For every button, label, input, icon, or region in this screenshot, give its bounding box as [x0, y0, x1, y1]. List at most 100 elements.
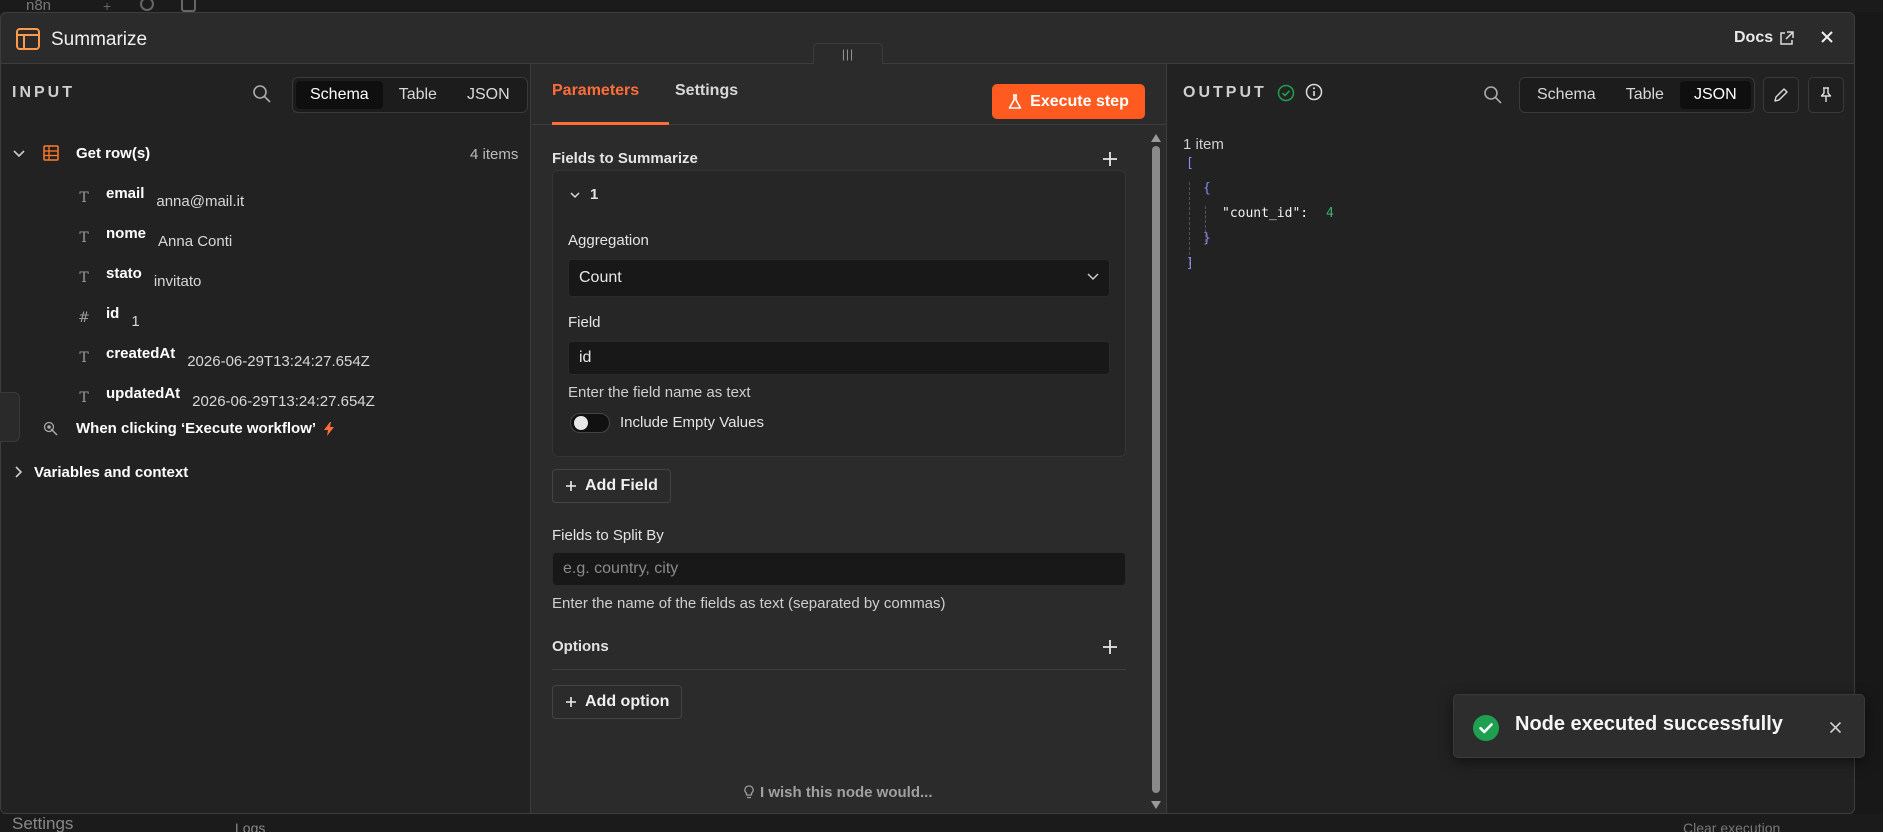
scroll-down-arrow[interactable]: [1151, 801, 1161, 809]
edit-output-button[interactable]: [1763, 77, 1799, 113]
layout-icon[interactable]: [181, 0, 196, 12]
search-icon[interactable]: [140, 0, 154, 11]
field-hint: Enter the field name as text: [568, 384, 751, 401]
execute-step-button[interactable]: Execute step: [992, 84, 1145, 119]
output-items-count: 1 item: [1183, 136, 1224, 153]
schema-field-row[interactable]: T stato invitato: [74, 265, 201, 290]
schema-field-row[interactable]: T createdAt 2026-06-29T13:24:27.654Z: [74, 345, 370, 370]
flask-icon: [1008, 93, 1022, 110]
field-key[interactable]: stato: [106, 265, 142, 283]
clear-execution-label[interactable]: Clear execution: [1683, 820, 1780, 832]
logs-label[interactable]: Logs: [235, 820, 265, 832]
panel-drag-handle[interactable]: |||: [813, 43, 883, 65]
chevron-down-icon[interactable]: [570, 192, 580, 199]
pin-data-button[interactable]: [1808, 77, 1844, 113]
add-option-button[interactable]: Add option: [552, 685, 683, 719]
aggregation-label: Aggregation: [568, 232, 649, 249]
success-toast: Node executed successfully: [1453, 694, 1865, 758]
text-type-icon: T: [79, 350, 89, 366]
pencil-icon: [1773, 87, 1789, 103]
node-feedback-link[interactable]: I wish this node would...: [744, 784, 933, 801]
sidebar-settings-label[interactable]: Settings: [12, 814, 73, 832]
include-empty-values-label: Include Empty Values: [620, 414, 764, 431]
info-icon[interactable]: [1305, 83, 1323, 101]
options-divider: [552, 669, 1126, 670]
json-indent-guide: [1189, 182, 1190, 265]
schema-field-row[interactable]: T nome Anna Conti: [74, 225, 233, 250]
chevron-down-icon[interactable]: [13, 150, 25, 158]
add-field-button[interactable]: Add Field: [552, 469, 671, 503]
tab-parameters[interactable]: Parameters: [552, 82, 639, 100]
include-empty-values-toggle[interactable]: [570, 413, 610, 433]
output-view-table[interactable]: Table: [1612, 81, 1678, 109]
split-by-input[interactable]: e.g. country, city: [552, 552, 1126, 586]
json-close-object: }: [1203, 231, 1211, 246]
text-type-icon: T: [79, 270, 89, 286]
parameters-panel: Parameters Settings Execute step Fields …: [532, 64, 1166, 813]
canvas-side-tab[interactable]: [0, 392, 20, 442]
active-tab-indicator: [552, 122, 669, 125]
aggregation-select[interactable]: Count: [568, 259, 1110, 297]
search-icon[interactable]: [1483, 85, 1503, 105]
field-key[interactable]: nome: [106, 225, 146, 243]
schema-field-row[interactable]: # id 1: [74, 305, 140, 330]
background-app-bottombar: Settings Logs Clear execution: [0, 814, 1883, 832]
docs-label: Docs: [1734, 29, 1774, 46]
field-input-value: id: [579, 349, 592, 366]
schema-field-row[interactable]: T updatedAt 2026-06-29T13:24:27.654Z: [74, 385, 374, 410]
add-field-label: Add Field: [585, 477, 658, 494]
field-item-index[interactable]: 1: [590, 186, 598, 203]
plus-icon: [565, 696, 577, 708]
field-key[interactable]: id: [106, 305, 119, 323]
trigger-node-name[interactable]: When clicking ‘Execute workflow’: [76, 420, 335, 437]
field-value: 1: [131, 313, 140, 330]
split-by-hint: Enter the name of the fields as text (se…: [552, 595, 946, 612]
close-icon[interactable]: [1819, 29, 1835, 45]
source-node-name[interactable]: Get row(s): [76, 145, 150, 162]
output-panel-label: OUTPUT: [1183, 84, 1267, 101]
schema-field-row[interactable]: T email anna@mail.it: [74, 185, 244, 210]
output-view-json[interactable]: JSON: [1679, 81, 1751, 109]
success-check-icon: [1277, 84, 1295, 102]
json-key-count-id[interactable]: "count_id":: [1222, 206, 1308, 221]
summarize-node-icon: [16, 28, 40, 50]
field-key[interactable]: email: [106, 185, 144, 203]
text-type-icon: T: [79, 390, 89, 406]
plus-icon: [565, 480, 577, 492]
plus-icon[interactable]: [1102, 151, 1120, 169]
lightning-icon: [324, 421, 335, 436]
field-value: 2026-06-29T13:24:27.654Z: [187, 353, 370, 370]
split-by-placeholder: e.g. country, city: [563, 560, 679, 577]
execute-step-label: Execute step: [1030, 92, 1129, 110]
toast-message: Node executed successfully: [1515, 713, 1783, 735]
fields-to-split-by-label: Fields to Split By: [552, 527, 664, 544]
output-view-schema[interactable]: Schema: [1523, 81, 1610, 109]
input-view-schema[interactable]: Schema: [296, 81, 383, 109]
options-label: Options: [552, 638, 609, 655]
field-key[interactable]: updatedAt: [106, 385, 180, 403]
field-key[interactable]: createdAt: [106, 345, 175, 363]
json-close-array: ]: [1186, 256, 1194, 271]
plus-icon[interactable]: [1102, 639, 1120, 657]
close-icon[interactable]: [1829, 721, 1842, 734]
wish-label: I wish this node would...: [760, 784, 933, 801]
text-type-icon: T: [79, 190, 89, 206]
aggregation-value: Count: [579, 269, 622, 286]
scrollbar-thumb[interactable]: [1152, 146, 1160, 793]
parameters-tabs: Parameters Settings Execute step: [532, 64, 1166, 125]
scroll-up-arrow[interactable]: [1151, 134, 1161, 142]
json-value-count-id[interactable]: 4: [1326, 206, 1334, 221]
json-open-object: {: [1203, 181, 1211, 196]
field-input[interactable]: id: [568, 341, 1110, 375]
table-icon: [43, 145, 59, 161]
input-items-count: 4 items: [470, 146, 519, 163]
docs-link[interactable]: Docs: [1734, 29, 1794, 47]
chevron-right-icon[interactable]: [15, 466, 23, 478]
tab-settings[interactable]: Settings: [675, 82, 738, 100]
pin-icon: [1818, 87, 1834, 103]
field-value: Anna Conti: [158, 233, 233, 250]
search-icon[interactable]: [252, 84, 272, 104]
input-view-json[interactable]: JSON: [453, 81, 524, 109]
variables-and-context[interactable]: Variables and context: [34, 464, 188, 481]
input-view-table[interactable]: Table: [385, 81, 451, 109]
